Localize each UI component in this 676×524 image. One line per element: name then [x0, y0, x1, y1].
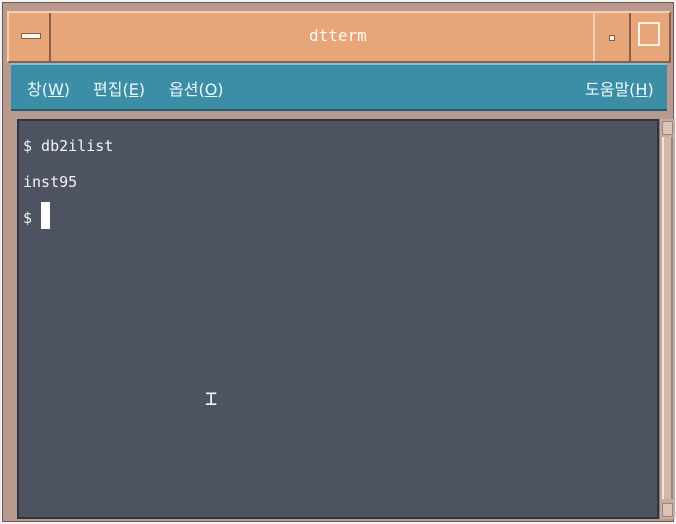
- maximize-icon: [638, 22, 660, 46]
- menu-help-prefix: 도움말(: [585, 80, 636, 99]
- menu-bar: 창(W) 편집(E) 옵션(O) 도움말(H): [11, 63, 667, 111]
- terminal-output[interactable]: $ db2ilist inst95 $ ⌶: [17, 119, 659, 519]
- dtterm-window: dtterm 창(W) 편집(E) 옵션(O) 도움말(H) $ db2ilis…: [2, 2, 675, 522]
- terminal-line-prompt: $: [23, 209, 42, 227]
- title-bar[interactable]: dtterm: [7, 11, 671, 63]
- scroll-up-button[interactable]: [662, 121, 673, 135]
- menu-options-prefix: 옵션(: [169, 80, 205, 99]
- menu-window-prefix: 창(: [27, 80, 48, 99]
- menu-help-suffix: ): [647, 80, 654, 99]
- menu-window-suffix: ): [63, 80, 71, 99]
- window-title: dtterm: [309, 26, 367, 45]
- menu-window[interactable]: 창(W): [27, 76, 70, 100]
- minimize-button[interactable]: [593, 13, 629, 61]
- scroll-thumb[interactable]: [662, 137, 673, 499]
- menu-options-suffix: ): [217, 80, 224, 99]
- window-menu-button[interactable]: [9, 13, 51, 61]
- text-cursor: [41, 202, 50, 229]
- menu-help-mnemonic: H: [635, 80, 648, 99]
- terminal-line-command: $ db2ilist: [23, 137, 114, 155]
- menu-edit-suffix: ): [138, 80, 146, 99]
- menu-options[interactable]: 옵션(O): [169, 76, 224, 100]
- vertical-scrollbar[interactable]: [659, 119, 675, 519]
- menu-edit-mnemonic: E: [128, 80, 139, 99]
- menu-edit-prefix: 편집(: [93, 80, 129, 99]
- ibeam-cursor-icon: ⌶: [205, 386, 218, 410]
- scroll-down-button[interactable]: [662, 503, 673, 517]
- menu-options-mnemonic: O: [204, 80, 218, 99]
- terminal-line-output: inst95: [23, 173, 78, 191]
- menu-edit[interactable]: 편집(E): [93, 76, 145, 100]
- window-menu-icon: [21, 33, 41, 39]
- menu-help[interactable]: 도움말(H): [585, 76, 654, 100]
- minimize-icon: [609, 35, 615, 41]
- maximize-button[interactable]: [629, 13, 669, 61]
- menu-window-mnemonic: W: [47, 80, 64, 99]
